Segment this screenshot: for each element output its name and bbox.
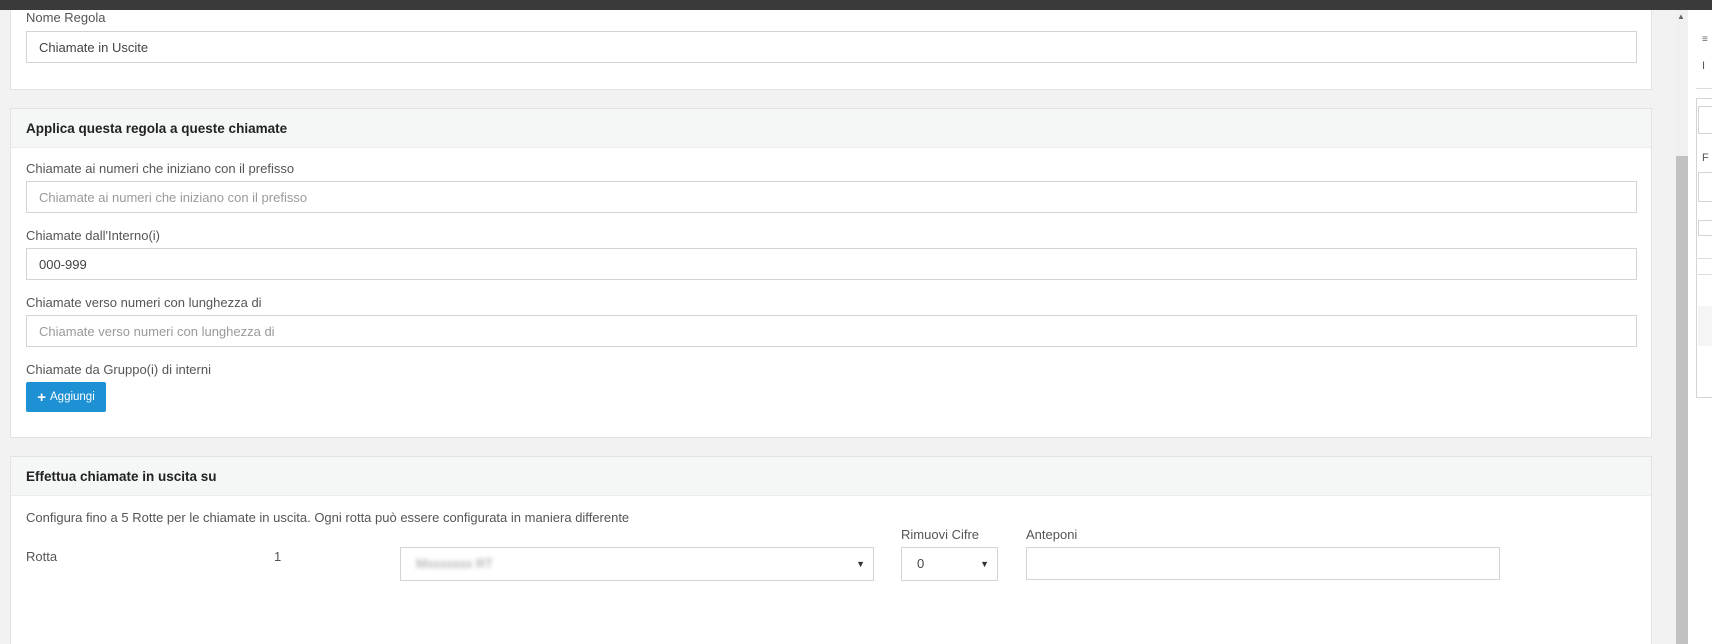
prefix-input[interactable] — [26, 181, 1637, 213]
triangle-up-icon[interactable]: ▲ — [1677, 12, 1685, 21]
route-select-value: Mxxxxxxx RT — [416, 556, 494, 571]
extension-label: Chiamate dall'Interno(i) — [26, 228, 160, 243]
length-label: Chiamate verso numeri con lunghezza di — [26, 295, 262, 310]
outbound-description: Configura fino a 5 Rotte per le chiamate… — [26, 510, 630, 525]
panel-divider — [1696, 258, 1712, 259]
add-group-label: Aggiungi — [50, 391, 95, 403]
length-input[interactable] — [26, 315, 1637, 347]
outbound-card: Effettua chiamate in uscita su Configura… — [10, 456, 1652, 644]
top-bar — [0, 0, 1712, 10]
prepend-label: Anteponi — [1026, 527, 1078, 542]
panel-row — [1698, 306, 1712, 346]
prepend-input[interactable] — [1026, 547, 1500, 580]
panel-outline — [1696, 98, 1712, 398]
main-content: Nome Regola Applica questa regola a ques… — [0, 10, 1676, 644]
apply-rule-card: Applica questa regola a queste chiamate … — [10, 108, 1652, 438]
group-label: Chiamate da Gruppo(i) di interni — [26, 362, 211, 377]
caret-down-icon: ▼ — [980, 559, 989, 569]
plus-icon: + — [37, 388, 46, 406]
prefix-label: Chiamate ai numeri che iniziano con il p… — [26, 161, 295, 176]
panel-input-2[interactable] — [1698, 172, 1712, 202]
scrollbar-thumb[interactable] — [1676, 156, 1688, 644]
panel-checkbox[interactable] — [1698, 220, 1712, 236]
route-select[interactable]: Mxxxxxxx RT ▼ — [400, 547, 874, 581]
panel-divider — [1696, 88, 1712, 89]
panel-glyph-icon: ≡ — [1702, 34, 1708, 45]
route-label: Rotta — [26, 549, 58, 564]
panel-field-label: F — [1702, 152, 1709, 164]
rule-name-input[interactable] — [26, 31, 1637, 63]
panel-divider — [1696, 274, 1712, 275]
extension-input[interactable] — [26, 248, 1637, 280]
rule-name-label: Nome Regola — [26, 10, 106, 25]
right-side-panel: ≡ I F — [1688, 10, 1712, 644]
add-group-button[interactable]: + Aggiungi — [26, 382, 106, 412]
route-number: 1 — [274, 549, 282, 564]
outbound-header: Effettua chiamate in uscita su — [11, 457, 1651, 496]
rule-name-card: Nome Regola — [10, 10, 1652, 90]
apply-rule-header: Applica questa regola a queste chiamate — [11, 109, 1651, 148]
panel-glyph-label: I — [1702, 60, 1706, 72]
remove-digits-label: Rimuovi Cifre — [901, 527, 980, 542]
panel-input-1[interactable] — [1698, 106, 1712, 134]
remove-digits-value: 0 — [917, 556, 925, 571]
caret-down-icon: ▼ — [856, 559, 865, 569]
remove-digits-select[interactable]: 0 ▼ — [901, 547, 998, 581]
